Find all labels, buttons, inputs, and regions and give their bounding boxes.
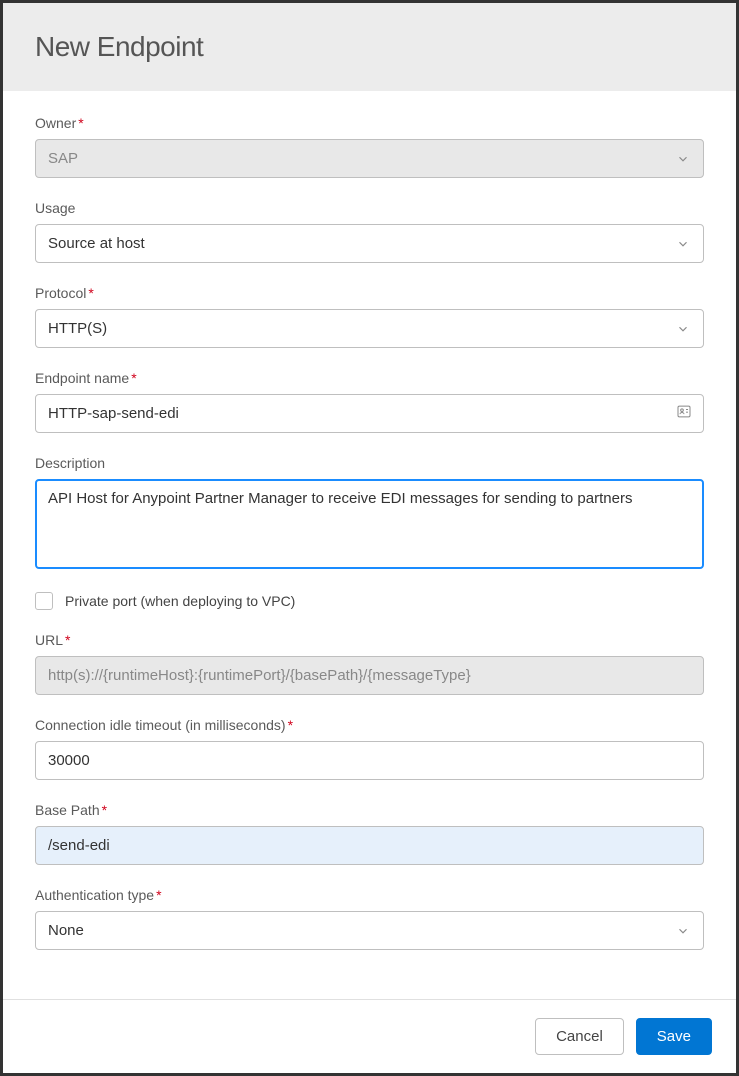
description-textarea[interactable] (35, 479, 704, 569)
private-port-row: Private port (when deploying to VPC) (35, 592, 704, 610)
save-button[interactable]: Save (636, 1018, 712, 1055)
base-path-label: Base Path* (35, 802, 704, 818)
modal-footer: Cancel Save (3, 999, 736, 1073)
required-asterisk: * (65, 632, 70, 648)
connection-timeout-input[interactable] (35, 741, 704, 780)
form-body: Owner* SAP Usage Source at host Protocol… (3, 91, 736, 999)
url-input (35, 656, 704, 695)
endpoint-name-label: Endpoint name* (35, 370, 704, 386)
field-usage: Usage Source at host (35, 200, 704, 263)
owner-select: SAP (35, 139, 704, 178)
usage-select[interactable]: Source at host (35, 224, 704, 263)
url-label: URL* (35, 632, 704, 648)
field-endpoint-name: Endpoint name* (35, 370, 704, 433)
required-asterisk: * (156, 887, 161, 903)
owner-label: Owner* (35, 115, 704, 131)
field-base-path: Base Path* (35, 802, 704, 865)
url-label-text: URL (35, 632, 63, 648)
description-label: Description (35, 455, 704, 471)
modal-header: New Endpoint (3, 3, 736, 91)
connection-timeout-label-text: Connection idle timeout (in milliseconds… (35, 717, 286, 733)
auth-type-label: Authentication type* (35, 887, 704, 903)
auth-type-select-wrap: None (35, 911, 704, 950)
field-url: URL* (35, 632, 704, 695)
auth-type-label-text: Authentication type (35, 887, 154, 903)
field-connection-timeout: Connection idle timeout (in milliseconds… (35, 717, 704, 780)
endpoint-name-wrap (35, 394, 704, 433)
usage-label: Usage (35, 200, 704, 216)
auth-type-select[interactable]: None (35, 911, 704, 950)
protocol-label-text: Protocol (35, 285, 86, 301)
private-port-checkbox[interactable] (35, 592, 53, 610)
endpoint-name-label-text: Endpoint name (35, 370, 129, 386)
protocol-label: Protocol* (35, 285, 704, 301)
endpoint-name-input[interactable] (35, 394, 704, 433)
cancel-button[interactable]: Cancel (535, 1018, 624, 1055)
connection-timeout-label: Connection idle timeout (in milliseconds… (35, 717, 704, 733)
private-port-label: Private port (when deploying to VPC) (65, 593, 295, 609)
field-protocol: Protocol* HTTP(S) (35, 285, 704, 348)
required-asterisk: * (102, 802, 107, 818)
required-asterisk: * (288, 717, 293, 733)
field-description: Description (35, 455, 704, 574)
protocol-select[interactable]: HTTP(S) (35, 309, 704, 348)
owner-select-wrap: SAP (35, 139, 704, 178)
field-owner: Owner* SAP (35, 115, 704, 178)
required-asterisk: * (78, 115, 83, 131)
base-path-label-text: Base Path (35, 802, 100, 818)
usage-select-wrap: Source at host (35, 224, 704, 263)
field-auth-type: Authentication type* None (35, 887, 704, 950)
protocol-select-wrap: HTTP(S) (35, 309, 704, 348)
owner-label-text: Owner (35, 115, 76, 131)
required-asterisk: * (88, 285, 93, 301)
base-path-input[interactable] (35, 826, 704, 865)
contact-card-icon (676, 403, 692, 424)
required-asterisk: * (131, 370, 136, 386)
page-title: New Endpoint (35, 31, 704, 63)
